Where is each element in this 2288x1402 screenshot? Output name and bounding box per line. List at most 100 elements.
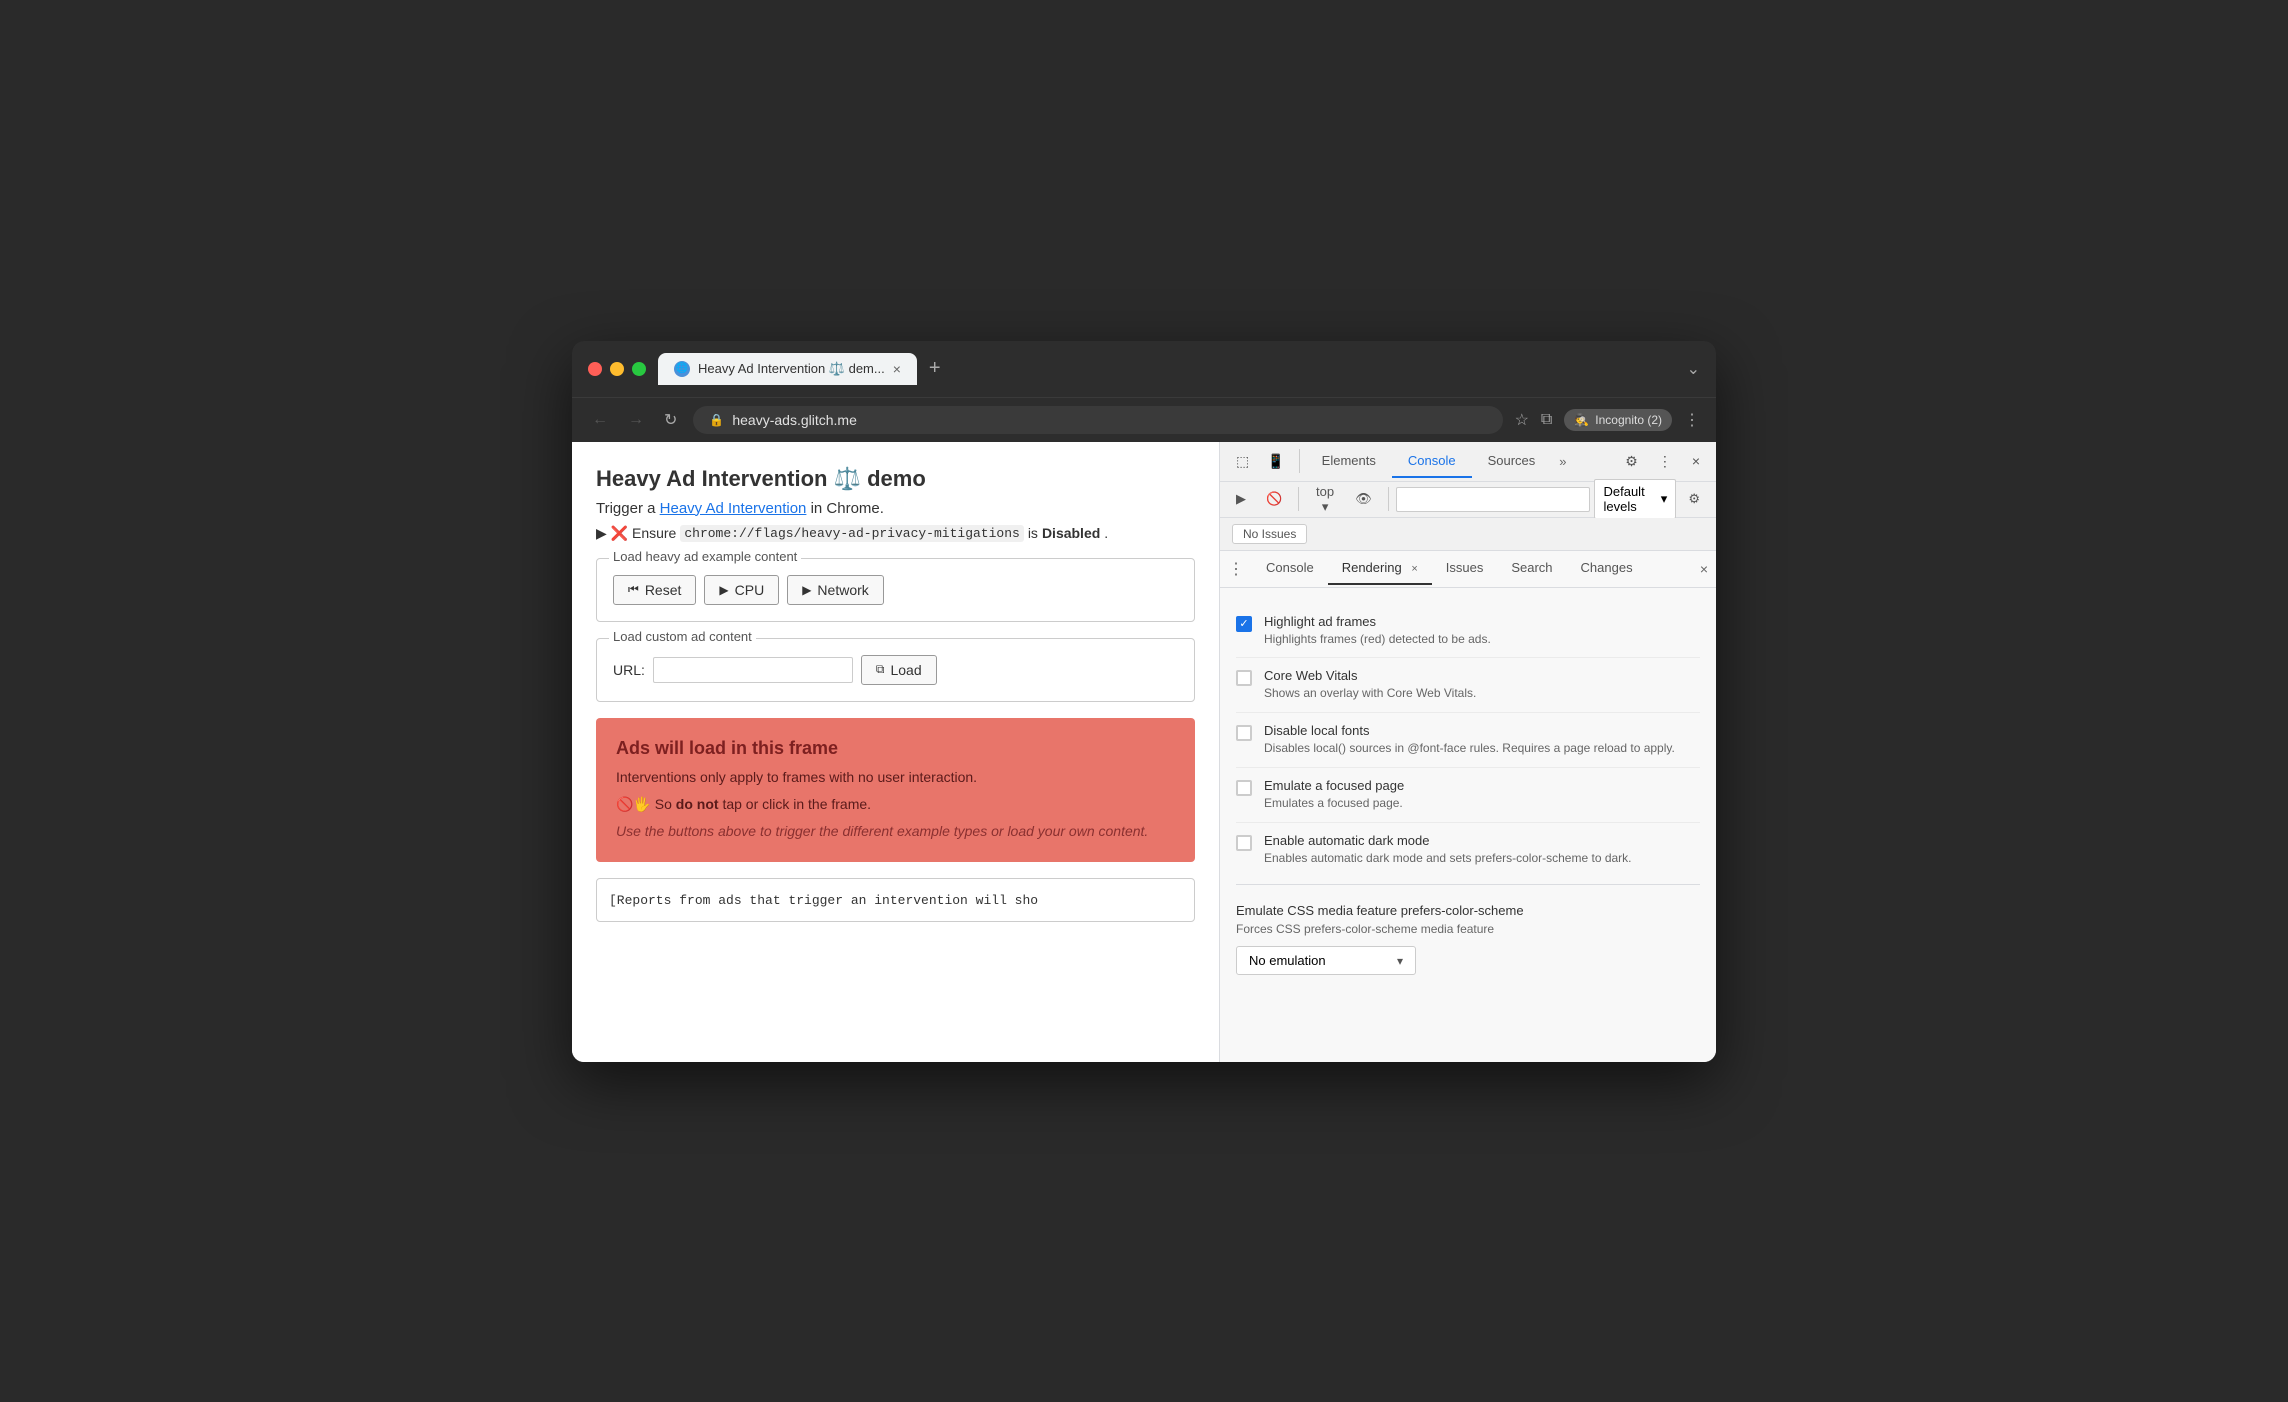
emulate-focused-page-checkbox[interactable] xyxy=(1236,780,1252,796)
eye-button[interactable]: 👁 xyxy=(1347,487,1380,511)
inspect-icon: ⬚ xyxy=(1236,453,1249,469)
rendering-close[interactable]: × xyxy=(1411,563,1417,575)
no-issues-badge: No Issues xyxy=(1232,524,1307,544)
rendering-panel-close[interactable]: × xyxy=(1692,553,1716,585)
auto-dark-mode-checkbox[interactable] xyxy=(1236,835,1252,851)
highlight-ad-frames-desc: Highlights frames (red) detected to be a… xyxy=(1264,631,1491,648)
load-heavy-title: Load heavy ad example content xyxy=(609,549,801,564)
devtools-more-button[interactable]: ⋮ xyxy=(1650,447,1680,476)
back-button[interactable]: ← xyxy=(588,407,612,433)
maximize-button[interactable] xyxy=(632,362,646,376)
browser-window: 🌐 Heavy Ad Intervention ⚖️ dem... × + ⌄ … xyxy=(572,341,1716,1062)
tab-console[interactable]: Console xyxy=(1392,445,1472,478)
tab-overflow-button[interactable]: ⌄ xyxy=(1687,359,1700,379)
rendering-option-emulate-focused-page: Emulate a focused page Emulates a focused… xyxy=(1236,768,1700,823)
clear-button[interactable]: 🚫 xyxy=(1258,487,1290,511)
new-tab-button[interactable]: + xyxy=(921,353,949,384)
emulate-section: Emulate CSS media feature prefers-color-… xyxy=(1236,893,1700,985)
rendering-tabs-more[interactable]: ⋮ xyxy=(1220,551,1252,587)
devtools-more-tabs[interactable]: » xyxy=(1551,446,1574,477)
url-input[interactable] xyxy=(653,657,853,683)
devtools-toolbar: ⬚ 📱 Elements Console Sources » ⚙ ⋮ × xyxy=(1220,442,1716,482)
active-tab[interactable]: 🌐 Heavy Ad Intervention ⚖️ dem... × xyxy=(658,353,917,385)
reset-label: Reset xyxy=(645,582,682,598)
tab-title: Heavy Ad Intervention ⚖️ dem... xyxy=(698,361,885,377)
tab-favicon: 🌐 xyxy=(674,361,690,377)
cpu-button[interactable]: ▶ CPU xyxy=(704,575,779,605)
load-heavy-buttons: ⏮ Reset ▶ CPU ▶ Network xyxy=(613,575,1178,605)
secondary-separator-2 xyxy=(1388,487,1389,511)
network-label: Network xyxy=(817,582,868,598)
rendering-label: Rendering xyxy=(1342,560,1402,575)
page-instruction: ▶ ❌ Ensure chrome://flags/heavy-ad-priva… xyxy=(596,525,1195,542)
tab-elements[interactable]: Elements xyxy=(1306,445,1392,478)
tab-changes[interactable]: Changes xyxy=(1567,552,1647,585)
instruction-suffix: is xyxy=(1028,525,1038,541)
top-arrow: ▾ xyxy=(1322,499,1329,514)
disable-local-fonts-checkbox[interactable] xyxy=(1236,725,1252,741)
load-custom-box: Load custom ad content URL: ⧉ Load xyxy=(596,638,1195,702)
tab-close-button[interactable]: × xyxy=(893,361,901,377)
emulate-focused-page-title: Emulate a focused page xyxy=(1264,778,1404,793)
highlight-ad-frames-checkbox[interactable] xyxy=(1236,616,1252,632)
inspect-button[interactable]: ⬚ xyxy=(1228,447,1257,476)
reset-button[interactable]: ⏮ Reset xyxy=(613,575,696,605)
refresh-button[interactable]: ↻ xyxy=(660,406,681,434)
emulate-select[interactable]: No emulation ▾ xyxy=(1236,946,1416,975)
top-label: top xyxy=(1316,484,1334,499)
secondary-settings-button[interactable]: ⚙ xyxy=(1680,487,1708,511)
tab-search[interactable]: Search xyxy=(1497,552,1566,585)
screen-button[interactable]: ⧉ xyxy=(1541,411,1552,429)
auto-dark-mode-title: Enable automatic dark mode xyxy=(1264,833,1632,848)
core-web-vitals-checkbox[interactable] xyxy=(1236,670,1252,686)
ad-frame-text: Interventions only apply to frames with … xyxy=(616,767,1175,788)
bookmark-button[interactable]: ☆ xyxy=(1515,410,1529,430)
tab-issues[interactable]: Issues xyxy=(1432,552,1498,585)
levels-arrow: ▾ xyxy=(1661,491,1668,507)
top-context-button[interactable]: top ▾ xyxy=(1307,480,1343,519)
filter-input[interactable] xyxy=(1396,487,1590,512)
page-title: Heavy Ad Intervention ⚖️ demo xyxy=(596,466,1195,492)
load-button[interactable]: ⧉ Load xyxy=(861,655,937,685)
disable-local-fonts-title: Disable local fonts xyxy=(1264,723,1675,738)
network-icon: ▶ xyxy=(802,583,811,597)
run-button[interactable]: ▶ xyxy=(1228,487,1254,511)
ad-frame-italic: Use the buttons above to trigger the dif… xyxy=(616,821,1175,842)
tabs-area: 🌐 Heavy Ad Intervention ⚖️ dem... × + ⌄ xyxy=(658,353,1700,385)
title-bar: 🌐 Heavy Ad Intervention ⚖️ dem... × + ⌄ xyxy=(572,341,1716,397)
subtitle-link[interactable]: Heavy Ad Intervention xyxy=(660,500,807,517)
rendering-option-core-web-vitals: Core Web Vitals Shows an overlay with Cor… xyxy=(1236,658,1700,713)
emulate-select-arrow: ▾ xyxy=(1397,954,1403,968)
no-issues-bar: No Issues xyxy=(1220,518,1716,551)
browser-menu-button[interactable]: ⋮ xyxy=(1684,410,1700,430)
emulate-title: Emulate CSS media feature prefers-color-… xyxy=(1236,903,1700,918)
subtitle-prefix: Trigger a xyxy=(596,500,660,517)
reports-text: [Reports from ads that trigger an interv… xyxy=(609,893,1038,908)
levels-label: Default levels xyxy=(1603,484,1656,514)
device-icon: 📱 xyxy=(1267,453,1284,469)
address-bar: ← → ↻ 🔒 heavy-ads.glitch.me ☆ ⧉ 🕵 Incogn… xyxy=(572,397,1716,442)
incognito-badge: 🕵 Incognito (2) xyxy=(1564,409,1672,431)
devtools-close-button[interactable]: × xyxy=(1684,447,1708,475)
device-button[interactable]: 📱 xyxy=(1259,447,1292,476)
rendering-tabs: ⋮ Console Rendering × Issues Search Chan… xyxy=(1220,551,1716,588)
devtools-settings-button[interactable]: ⚙ xyxy=(1617,447,1646,476)
load-heavy-box: Load heavy ad example content ⏮ Reset ▶ … xyxy=(596,558,1195,622)
rendering-options: Highlight ad framesHighlights frames (re… xyxy=(1220,588,1716,1062)
forward-button[interactable]: → xyxy=(624,407,648,433)
tab-sources[interactable]: Sources xyxy=(1472,445,1552,478)
close-button[interactable] xyxy=(588,362,602,376)
core-web-vitals-desc: Shows an overlay with Core Web Vitals. xyxy=(1264,685,1476,702)
tab-console-rendering[interactable]: Console xyxy=(1252,552,1328,585)
emulate-focused-page-desc: Emulates a focused page. xyxy=(1264,795,1404,812)
tab-rendering[interactable]: Rendering × xyxy=(1328,552,1432,585)
core-web-vitals-title: Core Web Vitals xyxy=(1264,668,1476,683)
network-button[interactable]: ▶ Network xyxy=(787,575,884,605)
warning-prefix: 🚫🖐 So xyxy=(616,796,676,812)
url-bar[interactable]: 🔒 heavy-ads.glitch.me xyxy=(693,406,1502,434)
url-text: heavy-ads.glitch.me xyxy=(732,412,857,428)
levels-dropdown[interactable]: Default levels ▾ xyxy=(1594,479,1676,519)
devtools-panel: ⬚ 📱 Elements Console Sources » ⚙ ⋮ × xyxy=(1220,442,1716,1062)
minimize-button[interactable] xyxy=(610,362,624,376)
rendering-option-highlight-ad-frames: Highlight ad framesHighlights frames (re… xyxy=(1236,604,1700,659)
